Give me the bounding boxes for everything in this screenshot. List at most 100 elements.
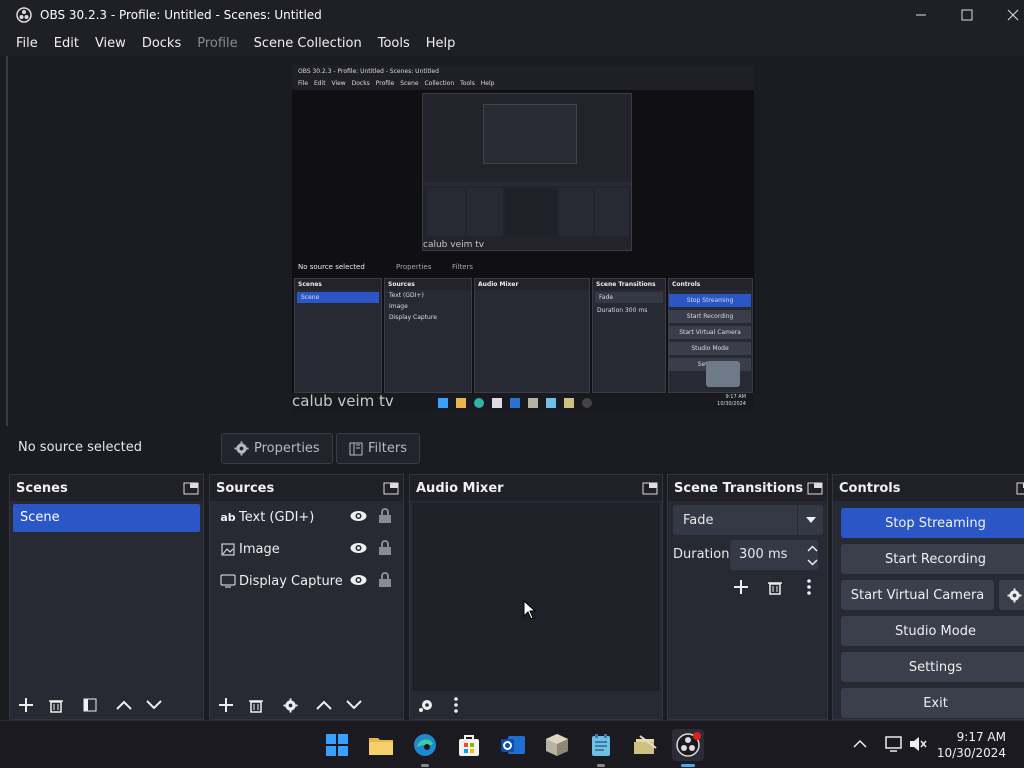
trash-icon: [249, 699, 263, 713]
undock-icon[interactable]: [642, 480, 658, 496]
remove-scene-button[interactable]: [41, 691, 71, 719]
3d-box-icon[interactable]: [541, 729, 573, 761]
move-scene-up-button[interactable]: [109, 691, 139, 719]
network-icon[interactable]: [885, 735, 903, 757]
start-recording-button[interactable]: Start Recording: [841, 544, 1024, 574]
plus-icon: [219, 698, 233, 712]
menu-view[interactable]: View: [87, 36, 134, 51]
remove-source-button[interactable]: [241, 691, 271, 719]
maximize-button[interactable]: [944, 0, 990, 30]
preview-source-item: Text (GDI+): [389, 292, 424, 299]
system-clock[interactable]: 9:17 AM 10/30/2024: [937, 729, 1006, 761]
menu-docks[interactable]: Docks: [134, 36, 189, 51]
edge-icon[interactable]: [409, 729, 441, 767]
lock-icon[interactable]: [378, 508, 392, 524]
properties-button[interactable]: Properties: [221, 433, 333, 464]
chevron-up-icon[interactable]: [853, 737, 867, 752]
preview-taskbar-icons: [438, 398, 598, 408]
gear-icon: [234, 441, 249, 456]
start-virtual-camera-button[interactable]: Start Virtual Camera: [841, 580, 994, 610]
scene-item[interactable]: Scene: [13, 504, 200, 532]
move-source-down-button[interactable]: [339, 691, 369, 719]
preview-clock-date: 10/30/2024: [717, 401, 746, 407]
scene-filters-button[interactable]: [75, 691, 105, 719]
clock-date: 10/30/2024: [936, 746, 1006, 760]
settings-button[interactable]: Settings: [841, 652, 1024, 682]
chevron-up-icon[interactable]: [807, 545, 818, 552]
mouse-cursor-icon: [523, 600, 537, 620]
title-bar: OBS 30.2.3 - Profile: Untitled - Scenes:…: [0, 0, 1024, 30]
preview-canvas[interactable]: OBS 30.2.3 - Profile: Untitled - Scenes:…: [292, 65, 754, 413]
lock-icon[interactable]: [378, 572, 392, 588]
preview-duration-value: 300 ms: [624, 307, 648, 314]
menu-help[interactable]: Help: [418, 36, 464, 51]
studio-mode-button[interactable]: Studio Mode: [841, 616, 1024, 646]
preview-duration-label: Duration: [597, 307, 624, 314]
preview-start-recording: Start Recording: [669, 310, 751, 323]
clock-time: 9:17 AM: [956, 730, 1006, 744]
transition-select[interactable]: Fade: [673, 505, 823, 535]
undock-icon[interactable]: [1016, 480, 1024, 496]
source-item-text[interactable]: ab Text (GDI+): [210, 501, 403, 533]
move-source-up-button[interactable]: [309, 691, 339, 719]
menu-edit[interactable]: Edit: [46, 36, 87, 51]
preview-nested-caption: calub veim tv: [423, 240, 485, 250]
scenes-list: Scene: [10, 501, 203, 693]
notepad-icon[interactable]: [585, 729, 617, 767]
undock-icon[interactable]: [183, 480, 199, 496]
duration-label: Duration: [673, 547, 730, 562]
add-transition-button[interactable]: [729, 575, 753, 599]
preview-source-item: Display Capture: [389, 314, 437, 321]
microsoft-store-icon[interactable]: [453, 729, 485, 761]
scenes-dock-header: Scenes: [10, 475, 203, 501]
properties-label: Properties: [254, 441, 320, 456]
file-explorer-icon[interactable]: [365, 729, 397, 761]
menu-profile[interactable]: Profile: [189, 36, 245, 51]
mixer-menu-button[interactable]: [441, 691, 471, 719]
windows-start-icon[interactable]: [321, 729, 353, 761]
stop-streaming-button[interactable]: Stop Streaming: [841, 508, 1024, 538]
add-scene-button[interactable]: [11, 691, 41, 719]
file-tool-icon[interactable]: [629, 729, 661, 761]
source-label: Image: [239, 541, 280, 557]
trash-icon: [768, 581, 782, 595]
lock-icon[interactable]: [378, 540, 392, 556]
obs-icon[interactable]: [672, 729, 704, 767]
filters-button[interactable]: Filters: [336, 433, 420, 464]
virtual-camera-settings-button[interactable]: [999, 580, 1024, 610]
running-indicator: [421, 764, 429, 767]
volume-muted-icon[interactable]: [909, 735, 927, 757]
move-scene-down-button[interactable]: [139, 691, 169, 719]
preview-studio-mode: Studio Mode: [669, 342, 751, 355]
duration-stepper[interactable]: [802, 542, 824, 570]
mixer-area: [412, 503, 660, 691]
chevron-down-icon[interactable]: [807, 559, 818, 566]
source-item-display-capture[interactable]: Display Capture: [210, 565, 403, 597]
eye-icon[interactable]: [350, 573, 367, 587]
undock-icon[interactable]: [807, 480, 823, 496]
source-toolbar: No source selected Properties Filters: [9, 430, 1024, 466]
menu-file[interactable]: File: [8, 36, 46, 51]
advanced-audio-button[interactable]: [411, 691, 441, 719]
menu-scene-collection[interactable]: Scene Collection: [246, 36, 370, 51]
preview-clock: 9:17 AM 10/30/2024: [717, 394, 746, 408]
transition-menu-button[interactable]: [797, 575, 821, 599]
source-properties-button[interactable]: [275, 691, 305, 719]
eye-icon[interactable]: [350, 541, 367, 555]
chevron-up-icon: [116, 700, 132, 710]
source-item-image[interactable]: Image: [210, 533, 403, 565]
minimize-button[interactable]: [898, 0, 944, 30]
undock-icon[interactable]: [383, 480, 399, 496]
close-button[interactable]: [990, 0, 1024, 30]
remove-transition-button[interactable]: [763, 575, 787, 599]
menu-tools[interactable]: Tools: [370, 36, 418, 51]
preview-3d-object-icon: [706, 361, 740, 387]
sources-dock-title: Sources: [216, 480, 275, 496]
add-source-button[interactable]: [211, 691, 241, 719]
eye-icon[interactable]: [350, 509, 367, 523]
preview-mixer-title: Audio Mixer: [475, 279, 589, 290]
close-icon: [1007, 9, 1019, 21]
mixer-dock-title: Audio Mixer: [416, 480, 504, 496]
exit-button[interactable]: Exit: [841, 688, 1024, 718]
outlook-icon[interactable]: [497, 729, 529, 761]
